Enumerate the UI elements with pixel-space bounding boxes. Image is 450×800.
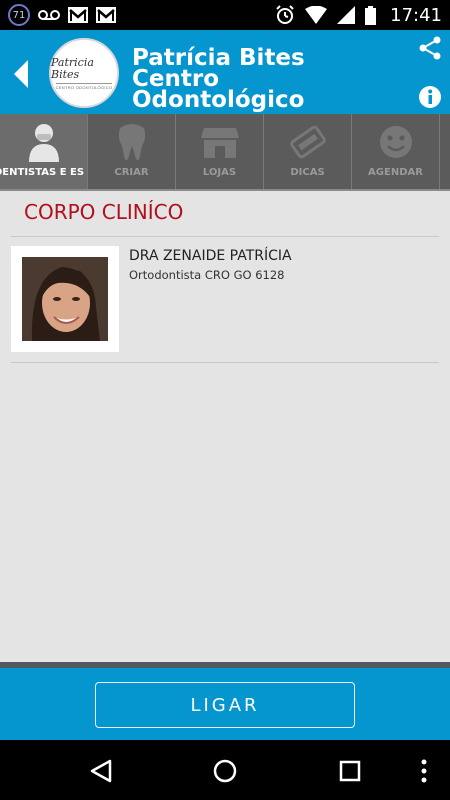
signal-icon: [337, 6, 356, 24]
page-title: Patrícia Bites Centro Odontológico: [132, 45, 305, 113]
info-icon: [419, 86, 441, 108]
dentist-list-item[interactable]: DRA ZENAIDE PATRÍCIA Ortodontista CRO GO…: [11, 246, 439, 354]
wifi-icon: [305, 6, 328, 24]
app-header: Patricia Bites CENTRO ODONTOLÓGICO Patrí…: [0, 30, 450, 114]
gmail-icon: [96, 7, 116, 23]
tab-label: LOJAS: [202, 167, 237, 178]
nav-back-button[interactable]: [88, 758, 114, 784]
gmail-icon: [68, 7, 88, 23]
dentist-name: DRA ZENAIDE PATRÍCIA: [129, 248, 292, 264]
nav-recents-button[interactable]: [337, 758, 363, 784]
tooth-icon: [112, 122, 152, 162]
home-nav-icon: [213, 759, 237, 783]
dentist-specialty: Ortodontista CRO GO 6128: [129, 268, 285, 282]
app-screen: 71 17:41 Patricia Bites CENTRO ODONTOLÓG…: [0, 0, 450, 800]
clinic-logo: Patricia Bites CENTRO ODONTOLÓGICO: [49, 38, 119, 108]
back-arrow-icon: [14, 60, 28, 88]
divider: [11, 236, 439, 237]
call-button[interactable]: LIGAR: [95, 682, 355, 728]
tab-lojas[interactable]: LOJAS: [176, 114, 264, 190]
footer-bar: LIGAR: [0, 668, 450, 740]
alarm-icon: [275, 5, 295, 25]
tabbar-divider: [0, 189, 450, 191]
recents-nav-icon: [339, 760, 361, 782]
tab-dicas[interactable]: DICAS: [264, 114, 352, 190]
more-nav-icon: [421, 759, 427, 783]
divider: [11, 362, 439, 363]
status-time: 17:41: [390, 4, 442, 26]
system-nav-bar: [0, 740, 450, 800]
notification-badge: 71: [8, 4, 30, 26]
tab-agendar[interactable]: AGENDAR: [352, 114, 440, 190]
voicemail-icon: [38, 8, 60, 22]
info-button[interactable]: [418, 85, 442, 109]
dentist-icon: [24, 122, 64, 162]
share-icon: [419, 36, 441, 60]
schedule-face-icon: [376, 122, 416, 162]
tab-dentists[interactable]: DENTISTAS E ESPECIALISTAS: [0, 114, 88, 190]
nav-home-button[interactable]: [212, 758, 238, 784]
store-icon: [200, 122, 240, 162]
tips-tag-icon: [288, 122, 328, 162]
dentist-photo: [22, 257, 108, 341]
tab-label: DICAS: [290, 167, 325, 178]
status-bar: 71 17:41: [0, 0, 450, 30]
nav-more-button[interactable]: [414, 758, 434, 784]
logo-subtext: CENTRO ODONTOLÓGICO: [55, 82, 113, 90]
back-button[interactable]: [10, 58, 32, 90]
tab-label: AGENDAR: [368, 167, 423, 178]
tab-label: DENTISTAS E ESPECIALISTAS: [0, 167, 84, 178]
tab-bar: DENTISTAS E ESPECIALISTAS CRIAR LOJAS DI…: [0, 114, 450, 190]
battery-icon: [365, 5, 377, 25]
logo-text: Patricia Bites: [51, 55, 94, 81]
tab-criar[interactable]: CRIAR: [88, 114, 176, 190]
back-nav-icon: [90, 759, 112, 783]
dentist-photo-frame: [11, 246, 119, 352]
section-title: CORPO CLINÍCO: [24, 200, 184, 224]
share-button[interactable]: [418, 36, 442, 60]
tab-label: CRIAR: [114, 167, 149, 178]
